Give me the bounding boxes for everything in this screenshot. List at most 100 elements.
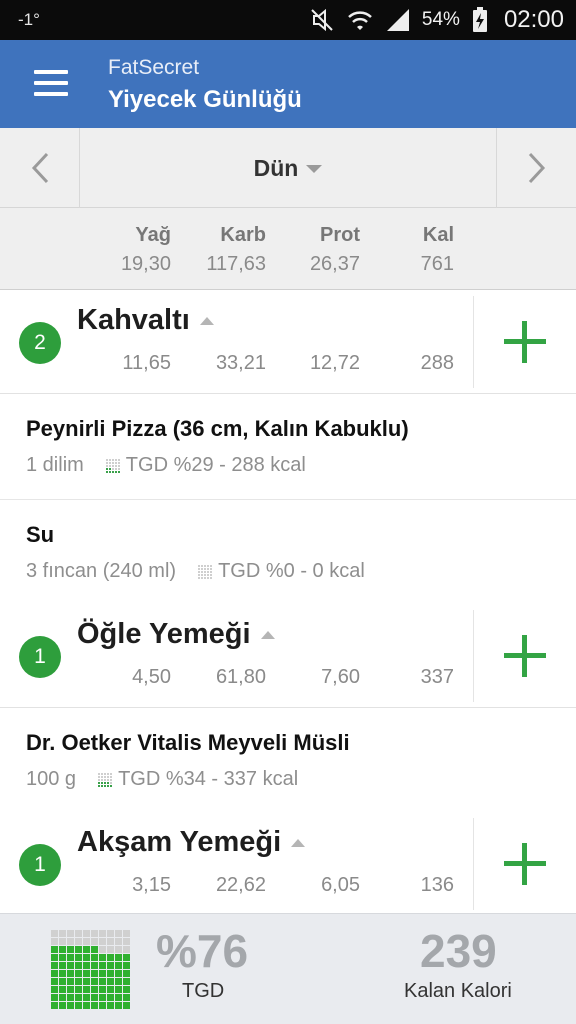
rdi-grid-cell bbox=[75, 986, 82, 993]
mini-grid-cell bbox=[104, 781, 107, 784]
rdi-grid-cell bbox=[75, 970, 82, 977]
mini-grid-cell bbox=[201, 573, 204, 576]
mini-grid-cell bbox=[204, 576, 207, 579]
rdi-grid-cell bbox=[123, 970, 130, 977]
rdi-grid-cell bbox=[75, 946, 82, 953]
mini-grid-cell bbox=[204, 564, 207, 567]
rdi-grid-cell bbox=[75, 962, 82, 969]
plus-icon bbox=[504, 843, 546, 885]
meal-fat: 4,50 bbox=[132, 666, 171, 688]
rdi-grid-cell bbox=[99, 1002, 106, 1009]
total-carb-header: Karb bbox=[220, 224, 266, 246]
rdi-grid-cell bbox=[75, 978, 82, 985]
meal-title: Akşam Yemeği bbox=[77, 826, 306, 859]
rdi-grid-icon bbox=[198, 564, 213, 579]
meal-section-breakfast[interactable]: 2 Kahvaltı 11,65 33,21 12,72 288 bbox=[0, 290, 576, 394]
food-entry[interactable]: Peynirli Pizza (36 cm, Kalın Kabuklu) 1 … bbox=[0, 394, 576, 500]
mini-grid-cell bbox=[198, 576, 201, 579]
rdi-grid-cell bbox=[107, 986, 114, 993]
rdi-grid-cell bbox=[99, 954, 106, 961]
mini-grid-cell bbox=[107, 778, 110, 781]
rdi-grid-cell bbox=[99, 970, 106, 977]
rdi-grid-cell bbox=[115, 986, 122, 993]
rdi-grid-cell bbox=[67, 954, 74, 961]
add-food-button[interactable] bbox=[473, 296, 576, 388]
mini-grid-cell bbox=[114, 461, 117, 464]
rdi-grid-cell bbox=[91, 946, 98, 953]
remaining-calories-label: Kalan Kalori bbox=[404, 980, 512, 1002]
food-name: Dr. Oetker Vitalis Meyveli Müsli bbox=[26, 730, 350, 755]
add-food-button[interactable] bbox=[473, 610, 576, 702]
rdi-grid-cell bbox=[115, 970, 122, 977]
mini-grid-cell bbox=[110, 778, 113, 781]
meal-item-count-badge: 2 bbox=[19, 322, 61, 364]
food-entry[interactable]: Su 3 fıncan (240 ml) TGD %0 - 0 kcal bbox=[0, 500, 576, 606]
rdi-grid-cell bbox=[91, 970, 98, 977]
date-selector[interactable]: Dün bbox=[80, 128, 496, 208]
food-entry[interactable]: Dr. Oetker Vitalis Meyveli Müsli 100 g T… bbox=[0, 708, 576, 814]
meal-prot: 7,60 bbox=[321, 666, 360, 688]
mini-grid-cell bbox=[101, 781, 104, 784]
mini-grid-cell bbox=[210, 564, 213, 567]
rdi-progress-grid bbox=[51, 930, 130, 1009]
mini-grid-cell bbox=[105, 467, 108, 470]
battery-percent: 54% bbox=[421, 9, 460, 30]
meal-section-dinner[interactable]: 1 Akşam Yemeği 3,15 22,62 6,05 136 bbox=[0, 812, 576, 916]
total-prot-header: Prot bbox=[320, 224, 360, 246]
remaining-calories-value: 239 bbox=[420, 925, 497, 977]
add-food-button[interactable] bbox=[473, 818, 576, 910]
meal-carb: 22,62 bbox=[215, 874, 266, 896]
collapse-caret-icon[interactable] bbox=[199, 316, 214, 325]
mini-grid-cell bbox=[117, 458, 120, 461]
mini-grid-cell bbox=[104, 778, 107, 781]
mini-grid-cell bbox=[210, 567, 213, 570]
meal-fat: 11,65 bbox=[122, 352, 171, 374]
mini-grid-cell bbox=[111, 467, 114, 470]
mini-grid-cell bbox=[207, 570, 210, 573]
rdi-grid-cell bbox=[67, 946, 74, 953]
food-rdi: TGD %29 - 288 kcal bbox=[125, 454, 306, 476]
mini-grid-cell bbox=[198, 570, 201, 573]
next-day-button[interactable] bbox=[496, 128, 576, 208]
mini-grid-cell bbox=[101, 775, 104, 778]
meal-section-lunch[interactable]: 1 Öğle Yemeği 4,50 61,80 7,60 337 bbox=[0, 604, 576, 708]
mini-grid-cell bbox=[98, 778, 101, 781]
rdi-grid-cell bbox=[123, 986, 130, 993]
rdi-grid-cell bbox=[91, 1002, 98, 1009]
plus-icon bbox=[504, 321, 546, 363]
rdi-grid-cell bbox=[83, 994, 90, 1001]
rdi-grid-cell bbox=[67, 930, 74, 937]
rdi-grid-cell bbox=[107, 970, 114, 977]
mini-grid-cell bbox=[111, 458, 114, 461]
rdi-grid-cell bbox=[51, 994, 58, 1001]
rdi-grid-cell bbox=[51, 946, 58, 953]
rdi-grid-cell bbox=[83, 954, 90, 961]
rdi-grid-cell bbox=[91, 986, 98, 993]
meal-prot: 12,72 bbox=[309, 352, 360, 374]
collapse-caret-icon[interactable] bbox=[291, 838, 306, 847]
signal-icon bbox=[386, 9, 409, 31]
rdi-grid-cell bbox=[83, 930, 90, 937]
mini-grid-cell bbox=[107, 781, 110, 784]
mini-grid-cell bbox=[98, 772, 101, 775]
rdi-grid-cell bbox=[107, 962, 114, 969]
plus-icon bbox=[504, 635, 546, 677]
rdi-label: TGD bbox=[182, 980, 225, 1002]
mini-grid-cell bbox=[114, 464, 117, 467]
rdi-grid-cell bbox=[123, 938, 130, 945]
mini-grid-cell bbox=[105, 458, 108, 461]
page-title: Yiyecek Günlüğü bbox=[108, 86, 302, 113]
collapse-caret-icon[interactable] bbox=[260, 630, 275, 639]
mini-grid-cell bbox=[108, 467, 111, 470]
rdi-grid-cell bbox=[51, 938, 58, 945]
mini-grid-cell bbox=[201, 564, 204, 567]
rdi-grid-cell bbox=[91, 930, 98, 937]
previous-day-button[interactable] bbox=[0, 128, 80, 208]
chevron-right-icon bbox=[528, 152, 545, 184]
hamburger-menu-icon[interactable] bbox=[34, 70, 68, 96]
total-fat: Yağ 19,30 bbox=[121, 224, 171, 276]
rdi-grid-cell bbox=[51, 930, 58, 937]
total-prot-value: 26,37 bbox=[309, 253, 360, 275]
rdi-percent: %76 bbox=[156, 925, 249, 977]
meal-title: Kahvaltı bbox=[77, 304, 214, 337]
